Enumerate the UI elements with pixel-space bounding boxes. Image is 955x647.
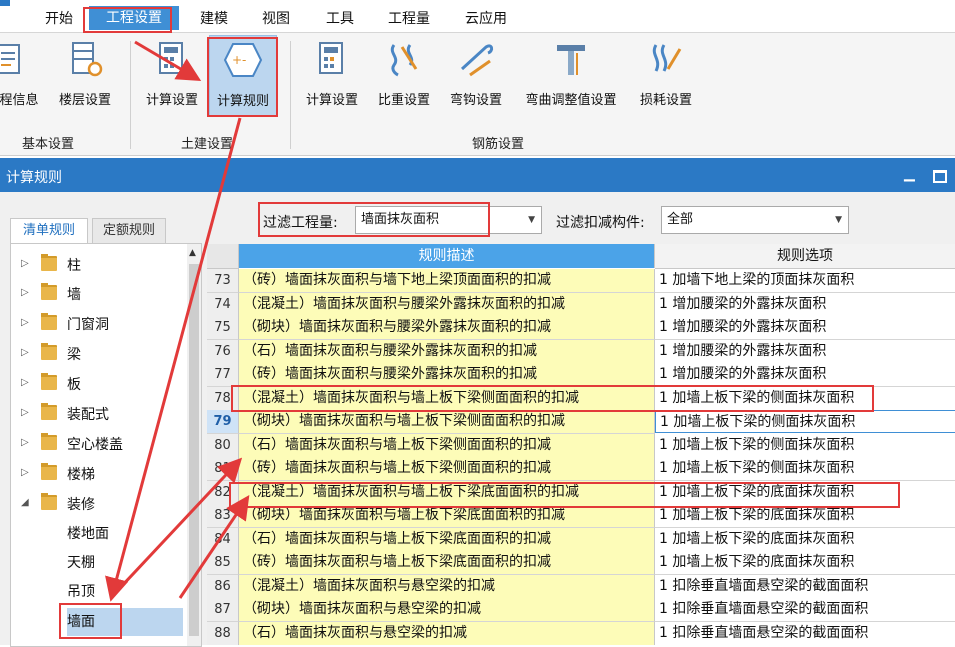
arrow <box>105 117 242 602</box>
annotation-arrows <box>105 40 250 602</box>
arrow <box>134 40 202 82</box>
arrow <box>116 457 243 592</box>
